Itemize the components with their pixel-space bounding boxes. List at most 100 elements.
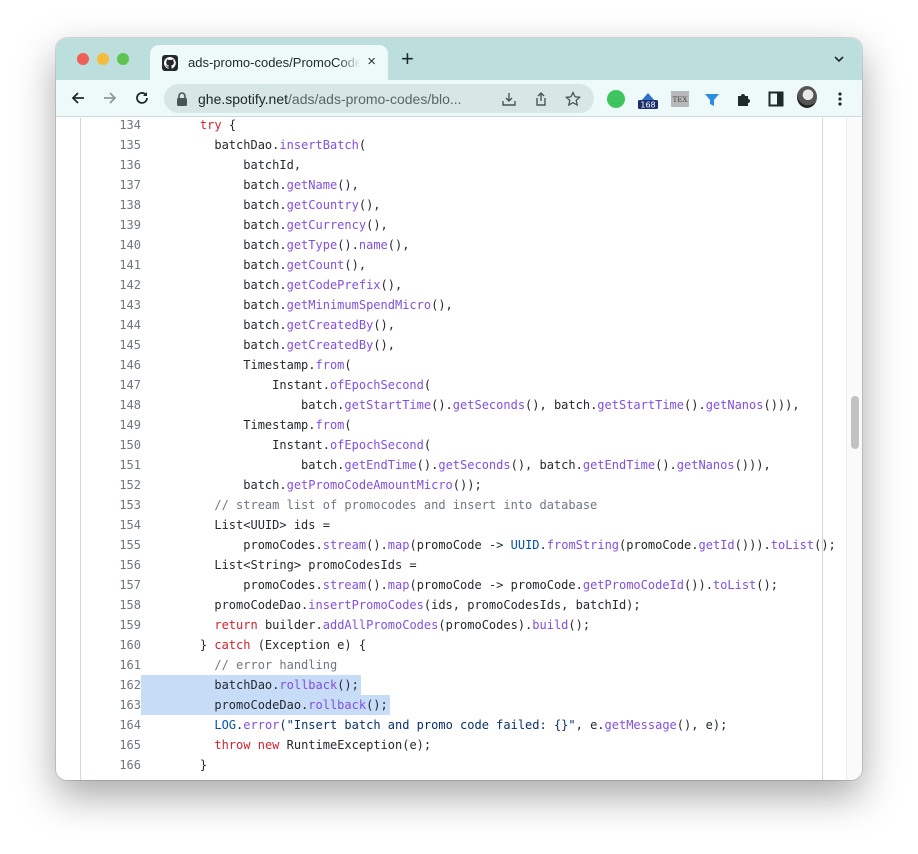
code-token: batch. <box>301 458 345 472</box>
tex-extension-icon[interactable]: TEX <box>670 89 690 109</box>
reload-icon[interactable] <box>132 88 152 108</box>
code-token: getId <box>698 538 735 552</box>
code-token: toList <box>770 538 815 552</box>
code-token: // error handling <box>214 658 338 672</box>
code-token: batchDao. <box>214 678 280 692</box>
line-number[interactable]: 146 <box>81 355 141 375</box>
install-icon[interactable] <box>500 90 518 108</box>
code-line: 162 batchDao.rollback(); <box>81 675 822 695</box>
side-panel-icon[interactable] <box>766 89 786 109</box>
code-line: 166 } <box>81 755 822 775</box>
line-number[interactable]: 147 <box>81 375 141 395</box>
lock-icon <box>177 91 187 106</box>
code-token: (), <box>373 318 395 332</box>
line-number[interactable]: 143 <box>81 295 141 315</box>
line-number[interactable]: 139 <box>81 215 141 235</box>
line-number[interactable]: 166 <box>81 755 141 775</box>
line-number[interactable]: 163 <box>81 695 141 715</box>
code-text: promoCodes.stream().map(promoCode -> UUI… <box>141 535 836 555</box>
more-menu-icon[interactable] <box>830 89 850 109</box>
maximize-window-button[interactable] <box>117 53 129 65</box>
code-line: 146 Timestamp.from( <box>81 355 822 375</box>
line-number[interactable]: 155 <box>81 535 141 555</box>
forward-icon[interactable] <box>100 88 120 108</box>
line-number[interactable]: 150 <box>81 435 141 455</box>
bookmark-star-icon[interactable] <box>564 90 582 108</box>
line-number[interactable]: 135 <box>81 135 141 155</box>
badge-extension-icon[interactable]: 168 <box>638 89 658 109</box>
address-bar[interactable]: ghe.spotify.net/ads/ads-promo-codes/blo.… <box>164 84 594 113</box>
tab-strip: ads-promo-codes/PromoCodeService.java × … <box>56 38 862 80</box>
new-tab-button[interactable]: + <box>401 48 414 70</box>
line-number[interactable]: 140 <box>81 235 141 255</box>
code-token: (Exception e) { <box>250 638 367 652</box>
code-token: new <box>257 738 280 752</box>
close-window-button[interactable] <box>77 53 89 65</box>
browser-window: ads-promo-codes/PromoCodeService.java × … <box>56 38 862 780</box>
extensions-puzzle-icon[interactable] <box>734 89 754 109</box>
spotify-extension-icon[interactable] <box>606 89 626 109</box>
line-number[interactable]: 142 <box>81 275 141 295</box>
code-token: (), <box>337 178 359 192</box>
minimize-window-button[interactable] <box>97 53 109 65</box>
code-token: batch. <box>243 238 287 252</box>
code-token: (). <box>366 538 388 552</box>
share-icon[interactable] <box>532 90 550 108</box>
code-token: name <box>358 238 388 252</box>
line-number[interactable]: 161 <box>81 655 141 675</box>
code-token: promoCodes. <box>243 578 323 592</box>
line-number[interactable]: 145 <box>81 335 141 355</box>
line-number[interactable]: 153 <box>81 495 141 515</box>
code-token: builder. <box>257 618 323 632</box>
code-token: UUID <box>510 538 540 552</box>
line-number[interactable]: 141 <box>81 255 141 275</box>
line-number[interactable]: 165 <box>81 735 141 755</box>
code-line: 153 // stream list of promocodes and ins… <box>81 495 822 515</box>
code-token: from <box>315 358 345 372</box>
code-text: batch.getMinimumSpendMicro(), <box>141 295 453 315</box>
chevron-down-icon[interactable] <box>832 52 846 66</box>
profile-avatar[interactable] <box>797 86 817 108</box>
code-token: getCurrency <box>286 218 367 232</box>
scrollbar[interactable] <box>846 118 862 780</box>
code-token: ( <box>344 358 352 372</box>
code-line: 161 // error handling <box>81 655 822 675</box>
code-token: ("Insert batch and promo code failed: {}… <box>279 718 576 732</box>
line-number[interactable]: 162 <box>81 675 141 695</box>
line-number[interactable]: 136 <box>81 155 141 175</box>
line-number[interactable]: 159 <box>81 615 141 635</box>
code-token: (), batch. <box>525 398 598 412</box>
code-token: getSeconds <box>452 398 526 412</box>
line-number[interactable]: 137 <box>81 175 141 195</box>
line-number[interactable]: 144 <box>81 315 141 335</box>
code-token: getNanos <box>676 458 735 472</box>
line-number[interactable]: 160 <box>81 635 141 655</box>
back-icon[interactable] <box>68 88 88 108</box>
code-token: error <box>243 718 280 732</box>
code-token: ( <box>423 438 432 452</box>
line-number[interactable]: 158 <box>81 595 141 615</box>
code-text: Instant.ofEpochSecond( <box>141 435 431 455</box>
line-number[interactable]: 154 <box>81 515 141 535</box>
line-number[interactable]: 164 <box>81 715 141 735</box>
code-token: (). <box>655 458 677 472</box>
line-number[interactable]: 134 <box>81 118 141 135</box>
code-token: Instant. <box>272 438 330 452</box>
tab-active[interactable]: ads-promo-codes/PromoCodeService.java × <box>150 45 388 80</box>
toolbar: ghe.spotify.net/ads/ads-promo-codes/blo.… <box>56 80 862 117</box>
filter-extension-icon[interactable] <box>702 89 722 109</box>
line-number[interactable]: 151 <box>81 455 141 475</box>
scrollbar-thumb[interactable] <box>851 396 859 449</box>
code-token: batch. <box>243 338 287 352</box>
code-line: 134 try { <box>81 118 822 135</box>
line-number[interactable]: 138 <box>81 195 141 215</box>
code-token: RuntimeException(e); <box>279 738 432 752</box>
line-number[interactable]: 148 <box>81 395 141 415</box>
line-number[interactable]: 157 <box>81 575 141 595</box>
code-line: 136 batchId, <box>81 155 822 175</box>
code-token: (promoCode -> promoCode. <box>409 578 583 592</box>
line-number[interactable]: 149 <box>81 415 141 435</box>
line-number[interactable]: 156 <box>81 555 141 575</box>
line-number[interactable]: 152 <box>81 475 141 495</box>
tab-close-icon[interactable]: × <box>367 53 376 70</box>
